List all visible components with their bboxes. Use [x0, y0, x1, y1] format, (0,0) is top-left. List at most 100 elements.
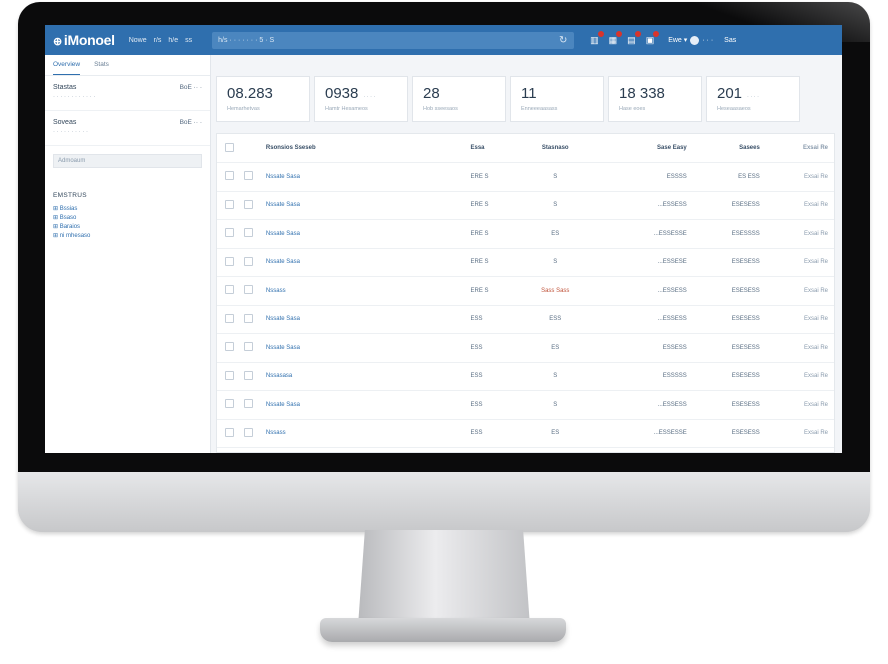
row-action[interactable]: Exsai Re: [760, 316, 834, 322]
sidebar-link[interactable]: ⊞ ni mhesaso: [53, 232, 202, 239]
row-action[interactable]: Exsai Re: [760, 345, 834, 351]
column-header[interactable]: Essa: [471, 145, 531, 151]
table-row[interactable]: Nssate Sasa ESS ESS ...ESSESS ESESESS Exsai R…: [217, 306, 834, 334]
row-name-link[interactable]: Nssate Sasa: [266, 402, 471, 408]
screen: ⊕ iMonoel Nowe r/s h/e ss h/s · · · · · ·…: [45, 25, 842, 453]
sidebar-link[interactable]: ⊞ Baraios: [53, 223, 202, 230]
top-extra[interactable]: Sas: [724, 37, 736, 44]
row-checkbox-secondary[interactable]: [244, 313, 254, 323]
row-checkbox-secondary[interactable]: [244, 370, 254, 380]
row-name-link[interactable]: Nssate Sasa: [266, 259, 471, 265]
row-action[interactable]: Exsai Re: [760, 202, 834, 208]
row-checkbox[interactable]: [225, 399, 234, 409]
table-row[interactable]: Nssate Sasa ERE S S ...ESSESS ESESESS Exsai R…: [217, 192, 834, 220]
row-cell: ESESESS: [731, 430, 760, 437]
grid-icon[interactable]: ▦: [609, 30, 623, 46]
column-header[interactable]: Sase Easy: [580, 145, 687, 151]
row-name-link[interactable]: Nssasasa: [266, 373, 471, 379]
row-cell: ES ESS: [738, 173, 760, 180]
app-logo[interactable]: ⊕ iMonoel: [53, 32, 115, 48]
row-checkbox-secondary[interactable]: [244, 256, 254, 266]
row-name-link[interactable]: Nssate Sasa: [266, 174, 471, 180]
sidebar-item[interactable]: Soveas · · · · · · · · · · BoE ·· ·: [45, 111, 210, 146]
sidebar-item-sub: · · · · · · · · · · · ·: [53, 94, 96, 100]
row-name-link[interactable]: Nssass: [266, 430, 471, 436]
row-action[interactable]: Exsai Re: [760, 430, 834, 436]
row-checkbox-secondary[interactable]: [244, 427, 254, 437]
row-checkbox-secondary[interactable]: [244, 171, 254, 181]
tab-overview[interactable]: Overview: [53, 61, 81, 75]
sidebar-section-title: EMSTRUS: [53, 192, 87, 199]
stat-card[interactable]: 18 338 Hase eoes: [608, 76, 702, 122]
select-all-checkbox[interactable]: [225, 142, 234, 152]
row-checkbox[interactable]: [225, 171, 234, 181]
search-input[interactable]: h/s · · · · · · · 5 · S ↻: [212, 31, 575, 49]
bell-icon[interactable]: ▤: [627, 30, 641, 46]
row-name-link[interactable]: Nssate Sasa: [266, 202, 471, 208]
chart-icon[interactable]: ▥: [590, 30, 604, 46]
row-action[interactable]: Exsai Re: [760, 174, 834, 180]
stat-card[interactable]: 201 · · · · Heseaasaeos: [706, 76, 800, 122]
mail-icon[interactable]: ▣: [646, 30, 660, 46]
row-cell: ESS: [470, 316, 483, 323]
row-cell: ESS: [470, 344, 483, 351]
sidebar-link[interactable]: ⊞ Bsaso: [53, 214, 202, 221]
row-checkbox-secondary[interactable]: [244, 199, 254, 209]
row-checkbox-secondary[interactable]: [244, 228, 254, 238]
row-cell: ESSSSS: [662, 373, 687, 380]
row-checkbox[interactable]: [225, 228, 234, 238]
row-checkbox-secondary[interactable]: [244, 285, 254, 295]
stat-value: 201 · · · ·: [717, 85, 759, 102]
row-action[interactable]: Exsai Re: [760, 402, 834, 408]
nav-item[interactable]: r/s: [154, 37, 162, 44]
table-body: Nssate Sasa ERE S S ESSSS ES ESS Exsai Re Nssa…: [217, 163, 834, 448]
column-header[interactable]: Stasnaso: [531, 145, 580, 151]
table-row[interactable]: Nssate Sasa ERE S S ...ESSESE ESESESS Exsai R…: [217, 249, 834, 277]
notification-badge: [597, 30, 604, 37]
nav-item[interactable]: h/e: [168, 37, 178, 44]
sidebar-link[interactable]: ⊞ Bssias: [53, 205, 202, 212]
column-header[interactable]: Rsonsios Sseseb: [266, 145, 471, 151]
table-row[interactable]: Nssass ESS ES ...ESSESSE ESESESS Exsai Re: [217, 420, 834, 448]
row-checkbox[interactable]: [225, 256, 234, 266]
table-row[interactable]: Nssate Sasa ERE S S ESSSS ES ESS Exsai Re: [217, 163, 834, 192]
tab-stats[interactable]: Stats: [94, 61, 109, 75]
row-cell: ERE S: [470, 287, 489, 294]
row-checkbox[interactable]: [225, 427, 234, 437]
table-row[interactable]: Nssate Sasa ERE S ES ...ESSESSE ESESSSS Exsai…: [217, 220, 834, 249]
sidebar-item[interactable]: Stastas · · · · · · · · · · · · BoE ·· ·: [45, 76, 210, 111]
row-checkbox[interactable]: [225, 370, 234, 380]
column-header[interactable]: Exsai Re: [760, 145, 834, 151]
table-row[interactable]: Nssate Sasa ESS S ...ESSESS ESESESS Exsai Re: [217, 391, 834, 420]
nav-item[interactable]: Nowe: [129, 37, 147, 44]
stat-card[interactable]: 11 Enneeeaasass: [510, 76, 604, 122]
row-name-link[interactable]: Nssate Sasa: [266, 316, 471, 322]
stat-card[interactable]: 0938 · · · · Hamtr Hesameos: [314, 76, 408, 122]
user-menu[interactable]: Ewe ▾ · · · Sas: [668, 35, 736, 45]
stat-label: Hemarhetvas: [227, 106, 260, 112]
row-action[interactable]: Exsai Re: [760, 288, 834, 294]
row-checkbox-secondary[interactable]: [244, 399, 254, 409]
column-header[interactable]: Sasees: [687, 145, 760, 151]
filter-input[interactable]: Admoaum: [53, 154, 202, 168]
stat-card[interactable]: 08.283 Hemarhetvas: [216, 76, 310, 122]
row-action[interactable]: Exsai Re: [760, 231, 834, 237]
row-checkbox[interactable]: [225, 285, 234, 295]
row-checkbox-secondary[interactable]: [244, 342, 254, 352]
refresh-icon[interactable]: ↻: [556, 35, 570, 46]
table-header: Rsonsios Sseseb Essa Stasnaso Sase Easy …: [217, 134, 834, 163]
nav-item[interactable]: ss: [185, 37, 192, 44]
table-row[interactable]: Nssasasa ESS S ESSSSS ESESESS Exsai Re: [217, 363, 834, 391]
stat-card[interactable]: 28 Hob sseesaos: [412, 76, 506, 122]
row-checkbox[interactable]: [225, 342, 234, 352]
row-name-link[interactable]: Nssate Sasa: [266, 345, 471, 351]
table-row[interactable]: Nssate Sasa ESS ES ESSESS ESESESS Exsai Re: [217, 334, 834, 363]
row-name-link[interactable]: Nssate Sasa: [266, 231, 471, 237]
row-action[interactable]: Exsai Re: [760, 373, 834, 379]
stat-cards: 08.283 Hemarhetvas 0938 · · · · Hamtr Hesam…: [216, 76, 800, 122]
row-checkbox[interactable]: [225, 199, 234, 209]
row-name-link[interactable]: Nssass: [266, 288, 471, 294]
row-action[interactable]: Exsai Re: [760, 259, 834, 265]
row-checkbox[interactable]: [225, 313, 234, 323]
table-row[interactable]: Nssass ERE S Sass Sass ...ESSESS ESESESS Exsa…: [217, 277, 834, 306]
